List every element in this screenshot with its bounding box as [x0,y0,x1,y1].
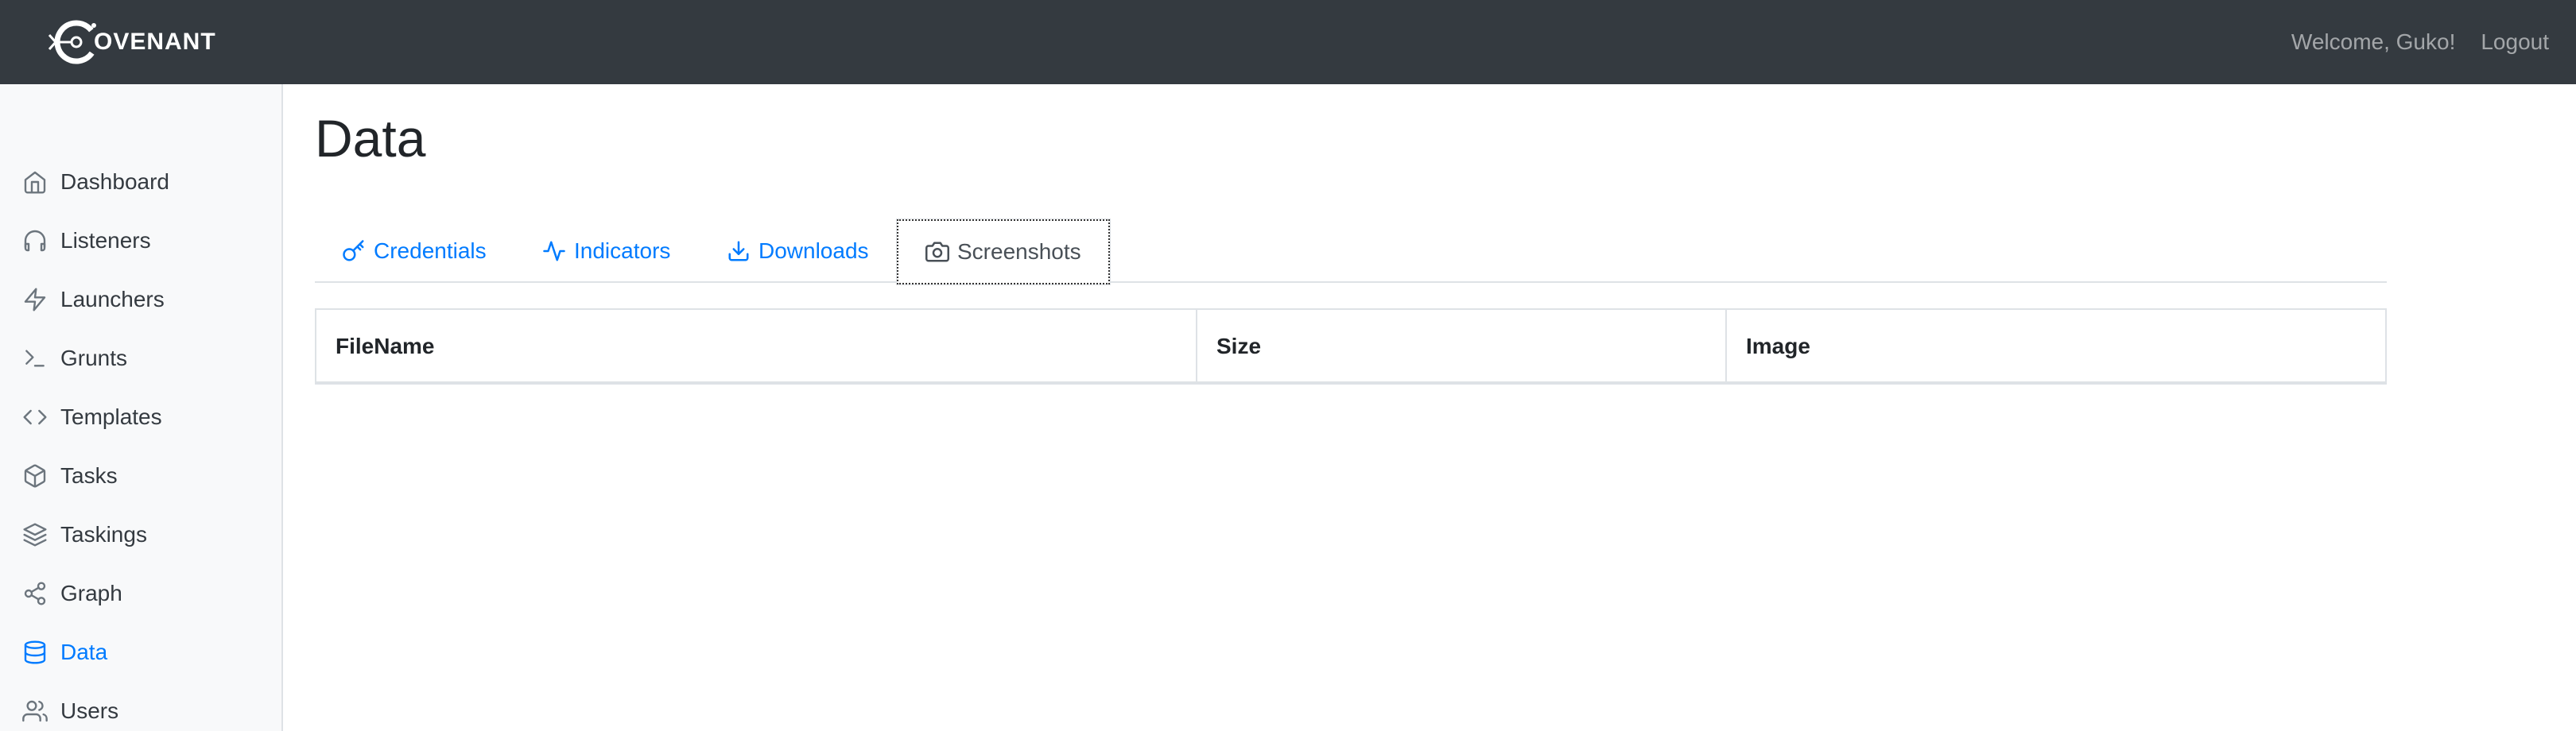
welcome-link[interactable]: Welcome, Guko! [2291,29,2455,55]
sidebar-item-label: Templates [60,404,162,429]
tab-indicators[interactable]: Indicators [515,219,697,283]
sidebar-item-label: Users [60,698,119,723]
brand-logo[interactable]: OVENANT [45,14,216,70]
sidebar-item-templates[interactable]: Templates [0,388,281,447]
camera-icon [925,240,949,264]
sidebar-item-tasks[interactable]: Tasks [0,447,281,505]
tab-label: Indicators [574,238,671,263]
terminal-icon [22,346,48,371]
home-icon [22,169,48,195]
tab-label: Credentials [374,238,487,263]
activity-icon [542,239,566,263]
screenshots-table: FileName Size Image [315,308,2387,385]
sidebar-item-label: Grunts [60,346,128,370]
tab-label: Screenshots [957,239,1081,264]
data-tabs: Credentials Indicators Downloads Screens… [315,219,2387,285]
sidebar-item-graph[interactable]: Graph [0,564,281,623]
sidebar-item-label: Launchers [60,287,165,311]
sidebar-item-label: Listeners [60,228,151,253]
logout-link[interactable]: Logout [2481,29,2549,55]
column-header-image[interactable]: Image [1725,310,2385,383]
sidebar-item-grunts[interactable]: Grunts [0,329,281,388]
sidebar-nav: Dashboard Listeners Launchers Grunts Tem… [0,84,283,731]
sidebar-item-launchers[interactable]: Launchers [0,270,281,329]
sidebar-item-label: Tasks [60,463,118,488]
top-navbar: OVENANT Welcome, Guko! Logout [0,0,2576,84]
tab-credentials[interactable]: Credentials [315,219,514,283]
page-title: Data [315,109,426,168]
tab-label: Downloads [758,238,869,263]
key-icon [342,239,366,263]
layers-icon [22,522,48,547]
tab-screenshots[interactable]: Screenshots [896,219,1111,285]
box-icon [22,463,48,489]
column-header-filename[interactable]: FileName [316,310,1196,383]
database-icon [22,640,48,665]
share-icon [22,581,48,606]
sidebar-item-data[interactable]: Data [0,623,281,682]
sidebar-item-users[interactable]: Users [0,682,281,731]
sidebar-item-listeners[interactable]: Listeners [0,211,281,270]
sidebar-item-dashboard[interactable]: Dashboard [0,153,281,211]
sidebar-item-label: Data [60,640,108,664]
users-icon [22,698,48,724]
sidebar-item-label: Dashboard [60,169,169,194]
sidebar-item-label: Taskings [60,522,147,547]
tab-downloads[interactable]: Downloads [700,219,896,283]
headphones-icon [22,228,48,253]
zap-icon [22,287,48,312]
sidebar-item-label: Graph [60,581,122,605]
sidebar-item-taskings[interactable]: Taskings [0,505,281,564]
column-header-size[interactable]: Size [1196,310,1725,383]
code-icon [22,404,48,430]
brand-text: OVENANT [94,29,216,55]
download-icon [727,239,751,263]
user-nav: Welcome, Guko! Logout [2291,0,2549,84]
